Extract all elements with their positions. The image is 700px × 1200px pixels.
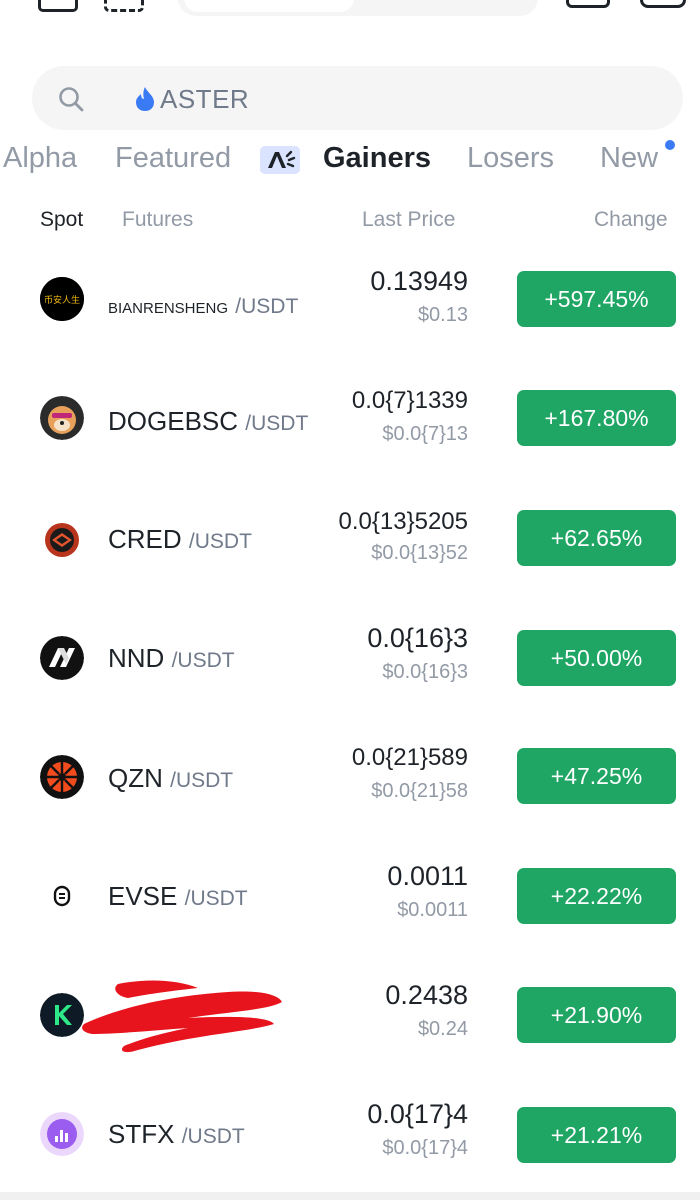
menu-icon[interactable] [38, 0, 78, 12]
category-tabs: Alpha Featured Gainers Losers New [0, 136, 700, 186]
last-price: 0.0{7}1339 [351, 387, 468, 414]
pair-base: CRED [108, 524, 182, 554]
new-indicator-dot [665, 140, 675, 150]
usd-price: $0.0{7}13 [382, 423, 468, 445]
pair-name: DOGEBSC /USDT [108, 406, 308, 437]
mode-switch[interactable] [178, 0, 538, 16]
pair-base: STFX [108, 1119, 175, 1149]
table-row[interactable]: CRED /USDT 0.0{13}5205 $0.0{13}52 +62.65… [0, 478, 700, 597]
pair-base: NND [108, 643, 165, 673]
table-row[interactable]: STFX /USDT 0.0{17}4 $0.0{17}4 +21.21% [0, 1073, 700, 1192]
token-logo [40, 874, 84, 918]
usd-price: $0.0{21}58 [371, 780, 468, 802]
pair-name: BIANRENSHENG /USDT [108, 289, 298, 320]
token-logo [40, 636, 84, 680]
change-badge[interactable]: +50.00% [517, 630, 676, 686]
subtab-futures[interactable]: Futures [122, 208, 193, 232]
flame-icon [136, 87, 154, 111]
pair-name: STFX /USDT [108, 1119, 245, 1150]
table-row[interactable]: NND /USDT 0.0{16}3 $0.0{16}3 +50.00% [0, 597, 700, 716]
pair-quote: /USDT [245, 412, 309, 435]
message-icon[interactable] [640, 0, 686, 8]
last-price: 0.13949 [370, 266, 468, 296]
pair-base: BIANRENSHENG [108, 300, 229, 317]
pair-name: NND /USDT [108, 643, 235, 674]
pair-quote: /USDT [184, 887, 248, 910]
pair-quote: /USDT [235, 295, 299, 318]
ai-badge-icon [260, 146, 300, 174]
top-bar [0, 0, 700, 30]
pair-quote: /USDT [171, 649, 235, 672]
last-price: 0.0{13}5205 [338, 508, 468, 535]
evse-logo-icon [40, 874, 84, 918]
scan-icon[interactable] [104, 0, 144, 12]
token-logo [40, 1112, 84, 1156]
token-logo [40, 396, 84, 440]
support-icon[interactable] [566, 0, 610, 8]
last-price: 0.0{16}3 [367, 623, 468, 653]
pair-name: EVSE /USDT [108, 881, 248, 912]
change-badge[interactable]: +22.22% [517, 868, 676, 924]
token-logo [40, 518, 84, 562]
pair-name: CRED /USDT [108, 524, 252, 555]
pair-base: EVSE [108, 881, 178, 911]
cred-logo-icon [45, 523, 79, 557]
usd-price: $0.0{13}52 [371, 542, 468, 564]
last-price: 0.0{17}4 [367, 1099, 468, 1129]
pair-quote: /USDT [170, 769, 234, 792]
mode-switch-active[interactable] [184, 0, 354, 12]
change-badge[interactable]: +21.21% [517, 1107, 676, 1163]
usd-price: $0.13 [417, 304, 468, 326]
last-price: 0.0011 [387, 861, 468, 891]
tab-gainers[interactable]: Gainers [323, 142, 431, 175]
change-badge[interactable]: +47.25% [517, 748, 676, 804]
sort-change[interactable]: Change [594, 208, 668, 232]
last-price: 0.2438 [385, 980, 468, 1010]
nnd-logo-icon [40, 636, 84, 680]
table-row[interactable]: DOGEBSC /USDT 0.0{7}1339 $0.0{7}13 +167.… [0, 359, 700, 478]
pair-quote: /USDT [181, 1125, 245, 1148]
pair-base: DOGEBSC [108, 406, 239, 436]
token-logo: 币安人生 [40, 277, 84, 321]
token-logo [40, 755, 84, 799]
stfx-logo-icon [40, 1112, 84, 1156]
bianrensheng-logo-icon: 币安人生 [40, 277, 84, 321]
change-badge[interactable]: +21.90% [517, 987, 676, 1043]
pair-base: QZN [108, 763, 163, 793]
tab-losers[interactable]: Losers [467, 142, 554, 175]
usd-price: $0.0011 [397, 899, 468, 921]
change-badge[interactable]: +167.80% [517, 390, 676, 446]
search-bar[interactable]: ASTER [32, 66, 683, 130]
qzn-logo-icon [40, 755, 84, 799]
usd-price: $0.0{17}4 [382, 1137, 468, 1159]
tab-featured[interactable]: Featured [115, 142, 231, 175]
pair-name: QZN /USDT [108, 763, 233, 794]
bottom-divider [0, 1192, 700, 1200]
tab-new[interactable]: New [600, 142, 658, 175]
red-scribble-overlay [82, 980, 282, 1053]
usd-price: $0.24 [417, 1018, 468, 1040]
logo-text: 币安人生 [44, 294, 80, 306]
last-price: 0.0{21}589 [351, 744, 468, 771]
search-placeholder: ASTER [160, 84, 250, 114]
usd-price: $0.0{16}3 [382, 661, 468, 683]
subtab-spot[interactable]: Spot [40, 208, 83, 232]
tab-alpha[interactable]: Alpha [3, 142, 77, 175]
doge-logo-icon [40, 396, 84, 440]
sort-last-price[interactable]: Last Price [362, 208, 455, 232]
table-row[interactable]: EVSE /USDT 0.0011 $0.0011 +22.22% [0, 835, 700, 954]
table-row[interactable]: QZN /USDT 0.0{21}589 $0.0{21}58 +47.25% [0, 716, 700, 835]
search-icon [59, 87, 84, 112]
table-row[interactable]: 币安人生 BIANRENSHENG /USDT 0.13949 $0.13 +5… [0, 240, 700, 359]
pair-quote: /USDT [188, 530, 252, 553]
change-badge[interactable]: +62.65% [517, 510, 676, 566]
change-badge[interactable]: +597.45% [517, 271, 676, 327]
